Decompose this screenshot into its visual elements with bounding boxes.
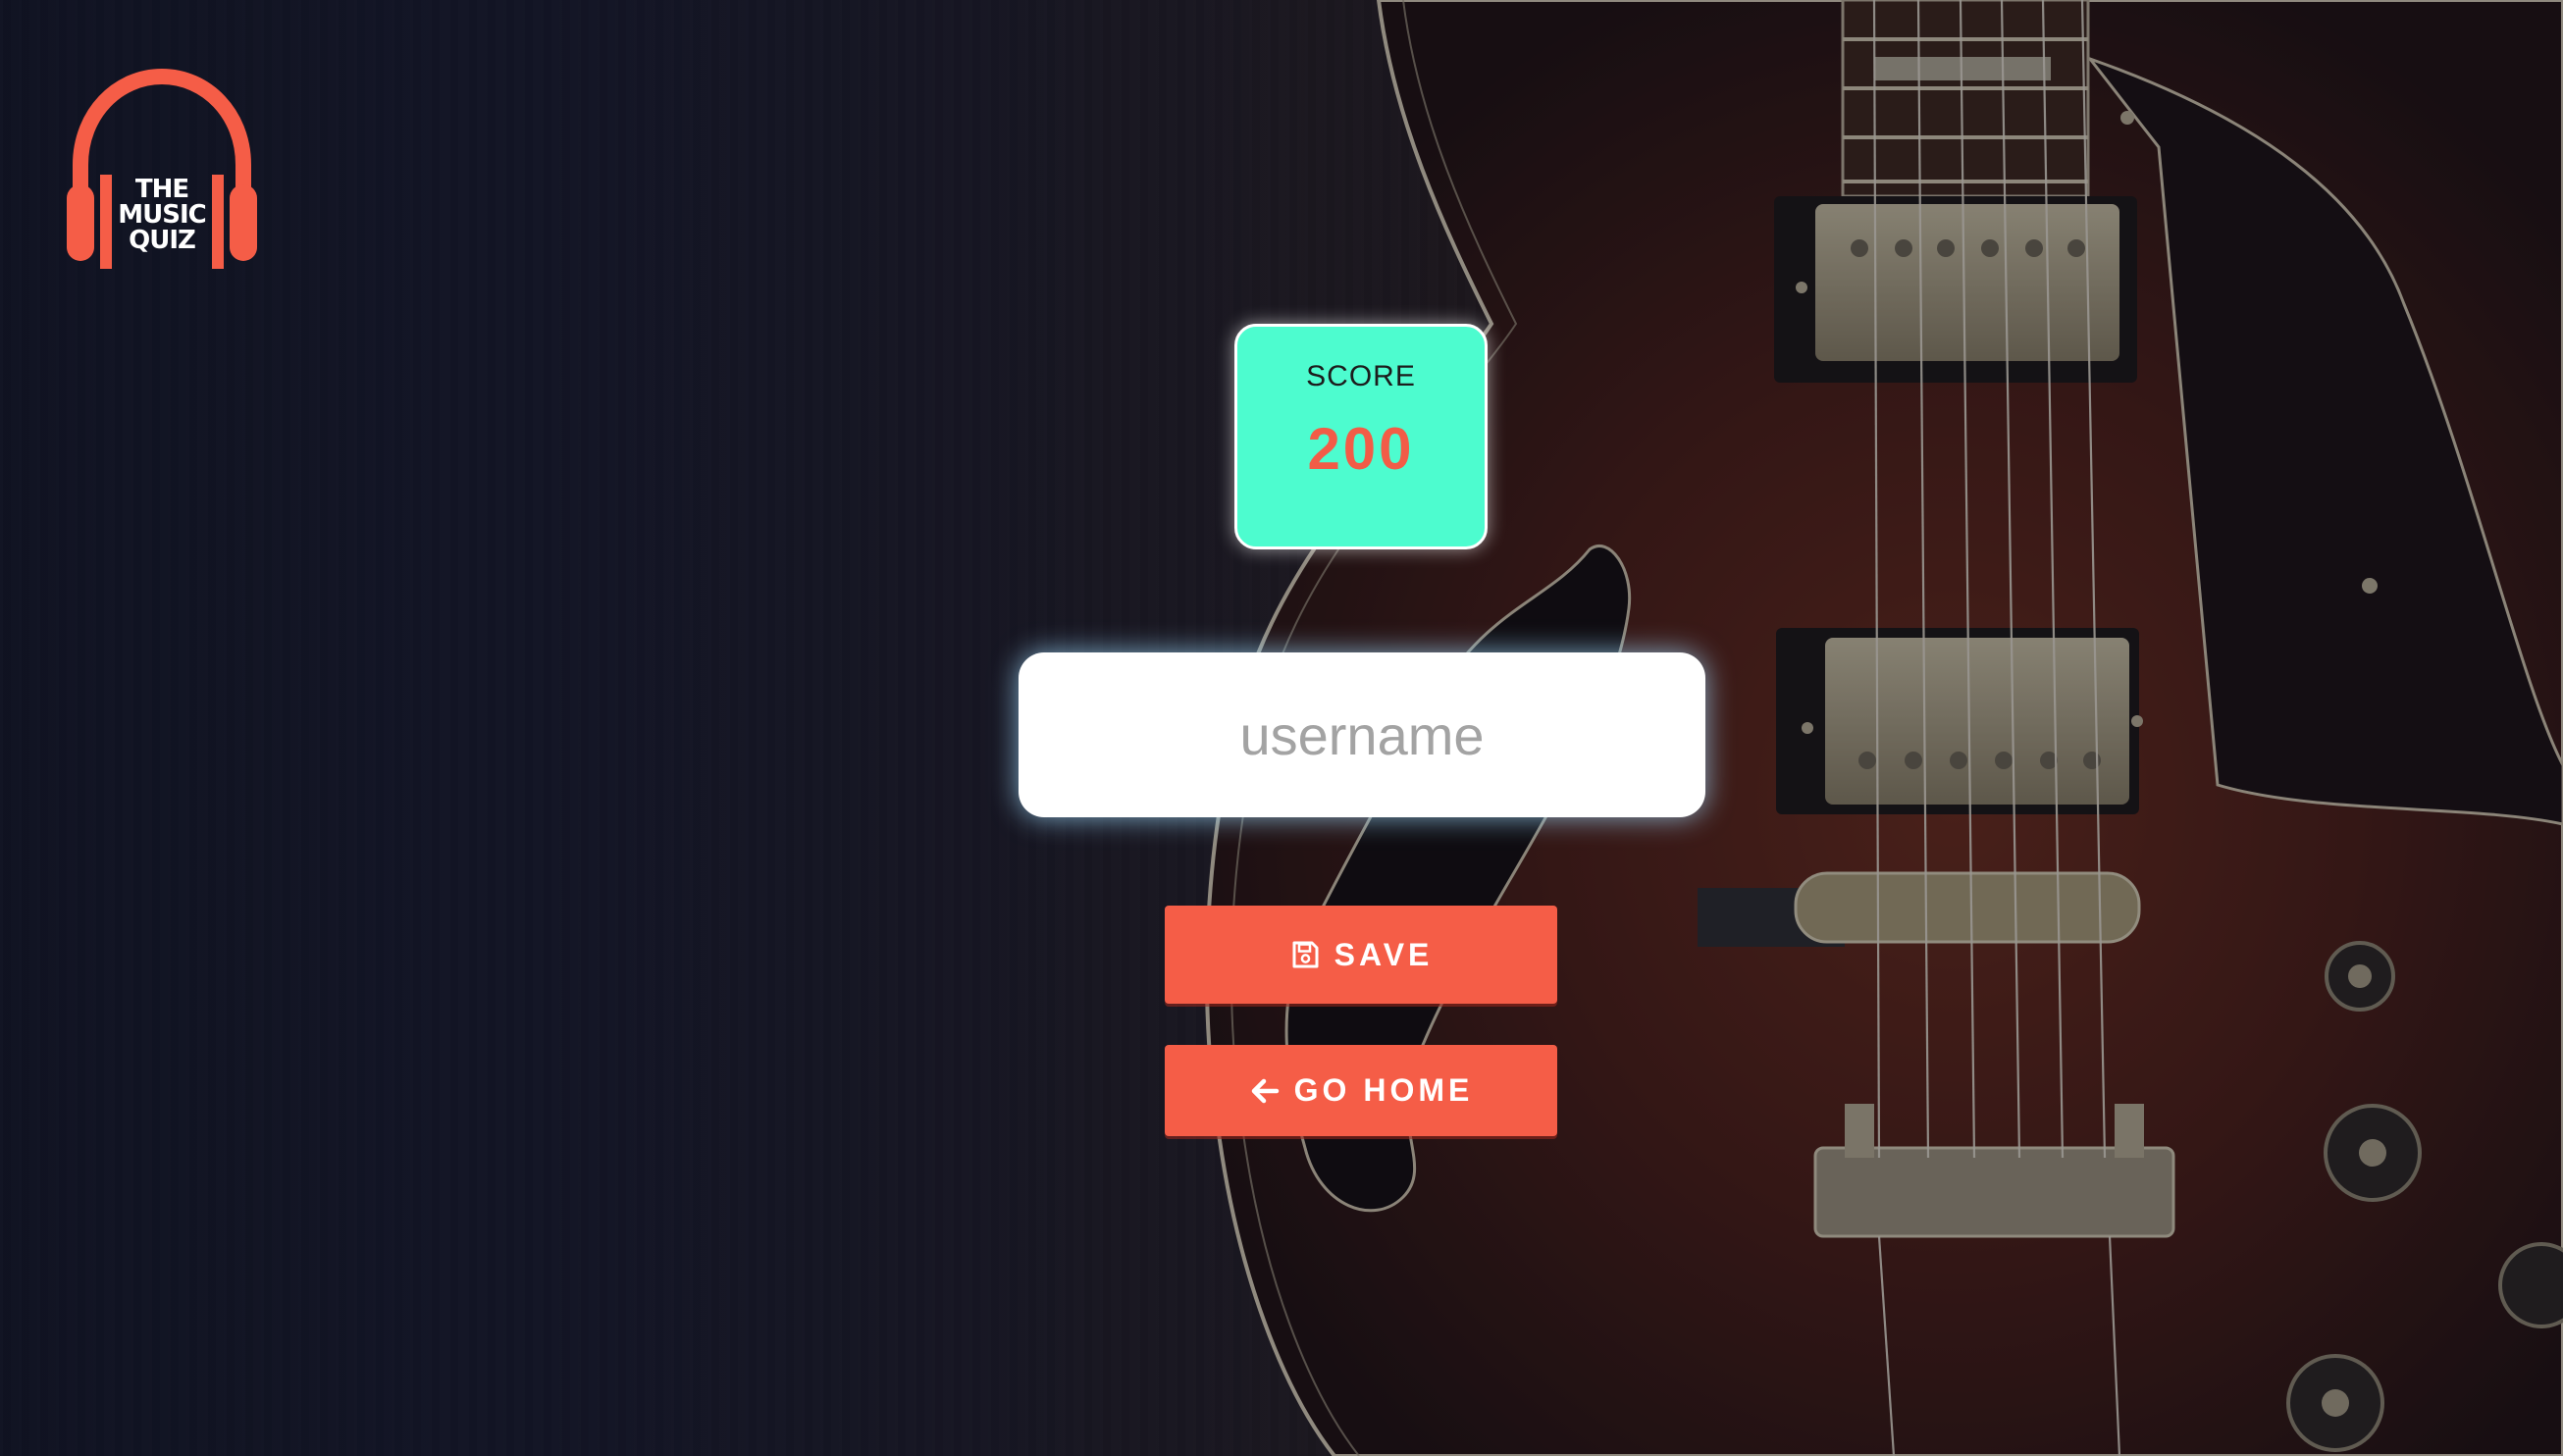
logo-word-music: MUSIC bbox=[118, 200, 206, 230]
username-input[interactable] bbox=[1019, 652, 1705, 817]
end-screen: THE MUSIC QUIZ SCORE 200 SAVE GO HOME bbox=[0, 0, 2563, 1456]
logo-wordmark: THE MUSIC QUIZ bbox=[59, 177, 265, 253]
score-label: SCORE bbox=[1306, 360, 1416, 392]
logo-word-the: THE bbox=[134, 175, 189, 204]
score-value: 200 bbox=[1307, 416, 1415, 482]
logo-word-quiz: QUIZ bbox=[129, 226, 196, 255]
app-logo[interactable]: THE MUSIC QUIZ bbox=[59, 67, 265, 273]
save-button-label: SAVE bbox=[1334, 936, 1434, 972]
go-home-button[interactable]: GO HOME bbox=[1165, 1045, 1557, 1136]
floppy-disk-icon bbox=[1289, 939, 1321, 970]
save-button[interactable]: SAVE bbox=[1165, 906, 1557, 1004]
go-home-button-label: GO HOME bbox=[1293, 1072, 1474, 1108]
arrow-left-icon bbox=[1249, 1075, 1281, 1107]
score-card: SCORE 200 bbox=[1234, 324, 1488, 549]
